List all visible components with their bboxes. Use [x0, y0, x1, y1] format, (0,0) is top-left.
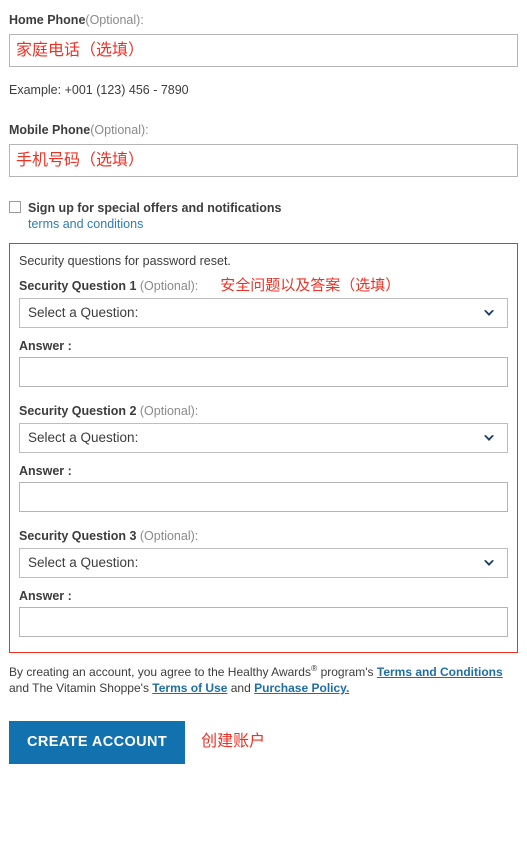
mobile-phone-input[interactable]: [9, 144, 518, 177]
chevron-down-icon: [482, 556, 496, 570]
signup-form-page: Home Phone(Optional): 家庭电话（选填） Example: …: [0, 0, 527, 764]
security-question-3-label-text: Security Question 3: [19, 529, 137, 543]
legal-part-1: By creating an account, you agree to the…: [9, 665, 311, 679]
security-question-3-select[interactable]: Select a Question:: [19, 548, 508, 578]
home-phone-input[interactable]: [9, 34, 518, 67]
security-question-2-select[interactable]: Select a Question:: [19, 423, 508, 453]
legal-part-2: program's: [317, 665, 377, 679]
home-phone-example: Example: +001 (123) 456 - 7890: [9, 83, 189, 97]
terms-of-use-link[interactable]: Terms of Use: [152, 681, 227, 695]
home-phone-field-group: Home Phone(Optional): 家庭电话（选填）: [9, 12, 518, 67]
home-phone-label-text: Home Phone: [9, 13, 86, 27]
security-question-2-label-row: Security Question 2 (Optional):: [19, 403, 508, 419]
legal-part-3: and The Vitamin Shoppe's: [9, 681, 153, 695]
security-question-1-optional-text: (Optional):: [139, 279, 199, 293]
security-answer-2-input[interactable]: [19, 482, 508, 512]
legal-part-4: and: [227, 681, 255, 695]
mobile-phone-optional-text: (Optional):: [90, 123, 149, 137]
signup-offers-text-col: Sign up for special offers and notificat…: [28, 199, 282, 217]
mobile-phone-label: Mobile Phone(Optional):: [9, 122, 518, 138]
legal-agreement-text: By creating an account, you agree to the…: [9, 660, 518, 696]
chevron-down-icon: [482, 306, 496, 320]
security-question-3-label: Security Question 3 (Optional):: [19, 528, 198, 544]
home-phone-optional-text: (Optional):: [85, 13, 144, 27]
terms-and-conditions-link-top[interactable]: terms and conditions: [28, 217, 518, 232]
signup-offers-label: Sign up for special offers and notificat…: [28, 201, 282, 215]
security-question-2-selected-value: Select a Question:: [28, 430, 139, 446]
signup-offers-row: Sign up for special offers and notificat…: [9, 199, 518, 217]
chevron-down-icon: [482, 431, 496, 445]
security-questions-annotation: 安全问题以及答案（选填）: [220, 277, 401, 294]
security-question-1-label-row: Security Question 1 (Optional): 安全问题以及答案…: [19, 278, 508, 294]
home-phone-label: Home Phone(Optional):: [9, 12, 518, 28]
security-question-group-1: Security Question 1 (Optional): 安全问题以及答案…: [19, 278, 508, 387]
terms-and-conditions-link[interactable]: Terms and Conditions: [377, 665, 503, 679]
security-question-group-2: Security Question 2 (Optional): Select a…: [19, 403, 508, 512]
security-questions-box: Security questions for password reset. S…: [9, 243, 518, 653]
mobile-phone-field-group: Mobile Phone(Optional): 手机号码（选填）: [9, 122, 518, 177]
purchase-policy-link[interactable]: Purchase Policy.: [254, 681, 349, 695]
security-answer-1-label: Answer :: [19, 339, 72, 353]
signup-offers-checkbox[interactable]: [9, 201, 21, 213]
security-question-1-label-text: Security Question 1: [19, 279, 137, 293]
home-phone-input-wrap: 家庭电话（选填）: [9, 34, 518, 67]
security-question-3-label-row: Security Question 3 (Optional):: [19, 528, 508, 544]
security-answer-2-label: Answer :: [19, 464, 72, 478]
create-account-annotation: 创建账户: [201, 733, 266, 751]
security-question-1-label: Security Question 1 (Optional):: [19, 278, 198, 294]
security-question-2-label-text: Security Question 2: [19, 404, 137, 418]
security-question-1-selected-value: Select a Question:: [28, 305, 139, 321]
security-answer-3-label: Answer :: [19, 589, 72, 603]
security-question-2-label: Security Question 2 (Optional):: [19, 403, 198, 419]
submit-row: CREATE ACCOUNT 创建账户: [9, 721, 518, 764]
security-question-3-selected-value: Select a Question:: [28, 555, 139, 571]
security-question-2-optional-text: (Optional):: [139, 404, 199, 418]
mobile-phone-input-wrap: 手机号码（选填）: [9, 144, 518, 177]
security-note: Security questions for password reset.: [19, 254, 231, 268]
security-answer-1-input[interactable]: [19, 357, 508, 387]
create-account-button[interactable]: CREATE ACCOUNT: [9, 721, 186, 764]
mobile-phone-label-text: Mobile Phone: [9, 123, 91, 137]
security-question-1-select[interactable]: Select a Question:: [19, 298, 508, 328]
security-question-group-3: Security Question 3 (Optional): Select a…: [19, 528, 508, 637]
security-question-3-optional-text: (Optional):: [139, 529, 199, 543]
security-answer-3-input[interactable]: [19, 607, 508, 637]
